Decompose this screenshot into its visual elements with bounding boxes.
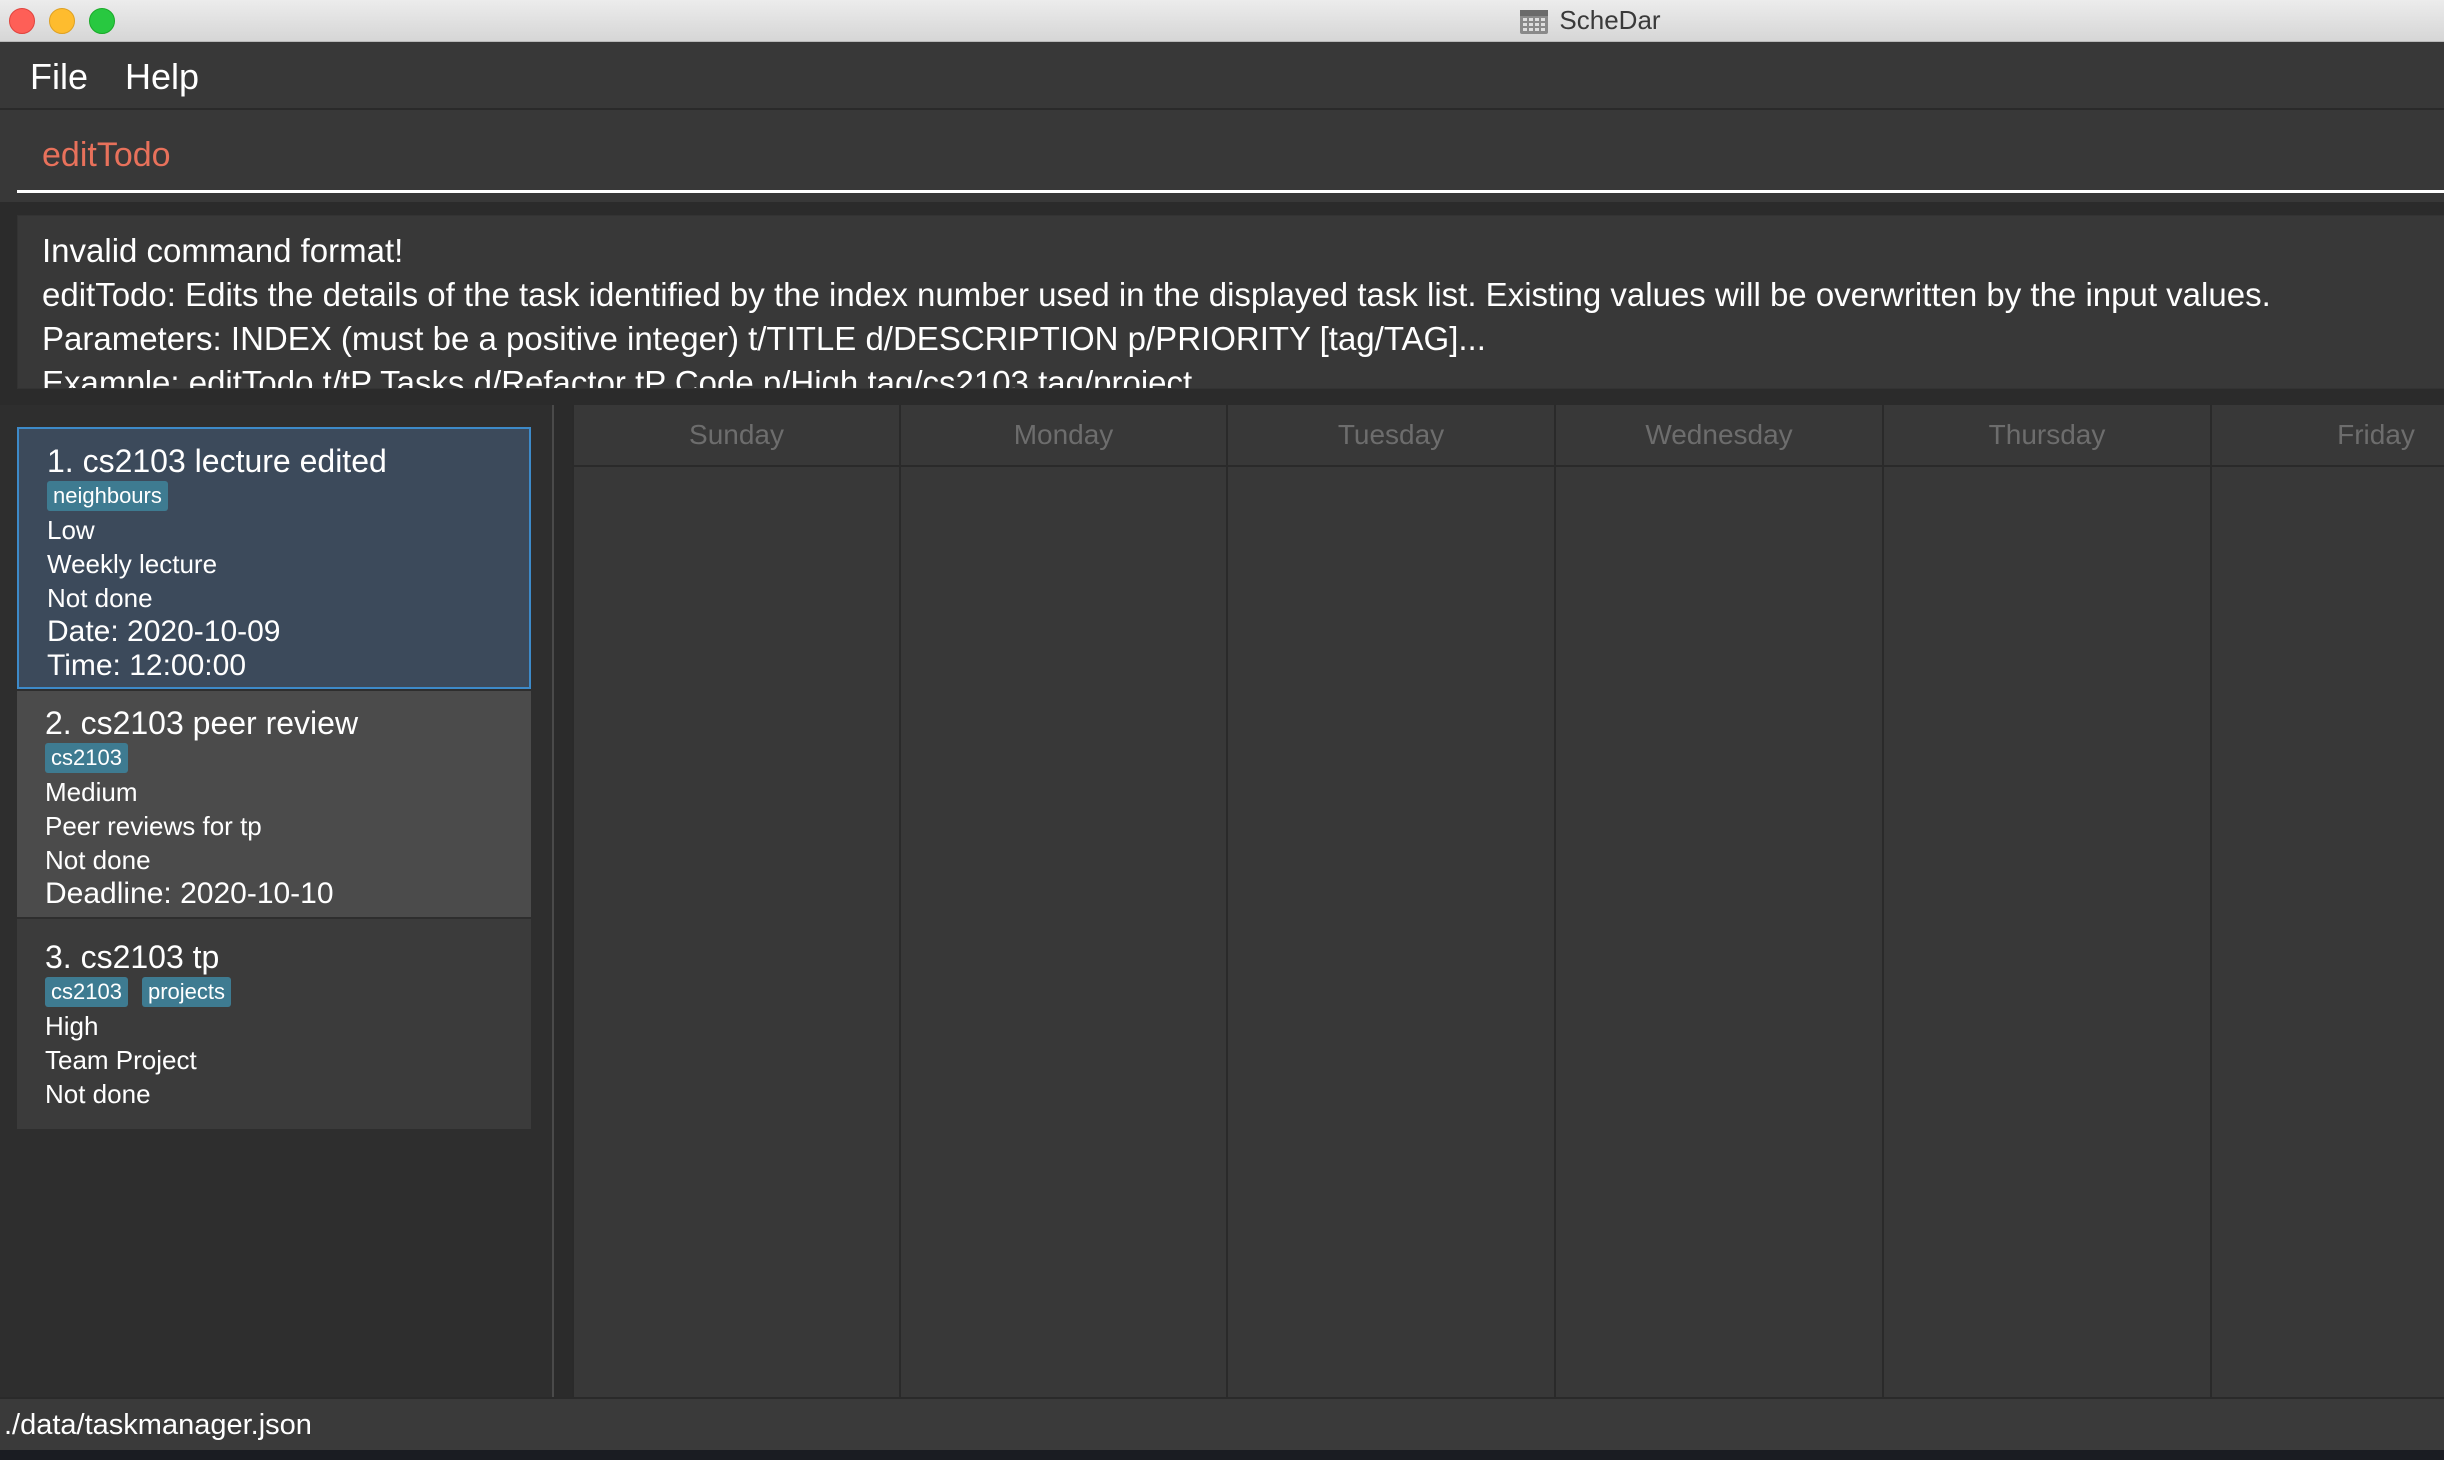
calendar-day-header: Monday [901,405,1226,467]
task-deadline: Deadline: 2020-10-10 [45,877,334,910]
calendar-day-column: Wednesday [1554,405,1882,1397]
task-title: 1. cs2103 lecture edited [47,443,387,479]
task-card[interactable]: 1. cs2103 lecture edited neighbours Low … [17,427,531,689]
task-card[interactable]: 3. cs2103 tp cs2103 projects High Team P… [17,919,531,1129]
task-status: Not done [47,583,153,613]
command-box[interactable]: editTodo [0,110,2444,202]
save-location-path: ./data/taskmanager.json [4,1409,312,1441]
menu-help[interactable]: Help [125,56,199,98]
result-line: Invalid command format! [42,232,404,269]
calendar-icon [1520,9,1549,34]
task-card[interactable]: 2. cs2103 peer review cs2103 Medium Peer… [17,691,531,917]
window-titlebar: ScheDar [0,0,2444,42]
calendar-day-header: Thursday [1884,405,2210,467]
result-line: editTodo: Edits the details of the task … [42,276,2271,313]
task-tag: neighbours [47,481,168,511]
task-tag: cs2103 [45,743,128,773]
task-date: Date: 2020-10-09 [47,615,281,648]
task-description: Peer reviews for tp [45,811,262,841]
menu-file[interactable]: File [30,56,88,98]
result-line: Parameters: INDEX (must be a positive in… [42,320,1486,357]
calendar-day-column: Sunday [572,405,899,1397]
task-status: Not done [45,1079,151,1109]
task-tag: projects [142,977,232,1007]
task-description: Weekly lecture [47,549,218,579]
calendar-day-header: Tuesday [1228,405,1554,467]
task-priority: High [45,1011,99,1041]
calendar-day-column: Thursday [1882,405,2210,1397]
calendar-day-header: Friday [2212,405,2444,467]
task-priority: Low [47,515,95,545]
window-title-group: ScheDar [0,0,2444,41]
status-bar: ./data/taskmanager.json [0,1397,2444,1452]
command-input-underline [17,190,2444,193]
calendar-day-column: Monday [899,405,1226,1397]
calendar-day-column: Friday [2210,405,2444,1397]
calendar-day-column: Tuesday [1226,405,1554,1397]
calendar-day-header: Wednesday [1556,405,1882,467]
calendar-view: Sunday Monday Tuesday Wednesday Thursday… [572,405,2444,1397]
calendar-day-header: Sunday [574,405,899,467]
result-display[interactable]: Invalid command format! editTodo: Edits … [17,215,2444,389]
task-priority: Medium [45,777,138,807]
desktop-strip [0,1450,2444,1460]
window-title: ScheDar [1559,5,1661,35]
task-title: 3. cs2103 tp [45,939,220,975]
menu-bar: File Help [0,42,2444,110]
task-time: Time: 12:00:00 [47,649,246,682]
panel-divider[interactable] [552,405,554,1397]
result-line: Example: editTodo t/tP Tasks d/Refactor … [42,364,1193,389]
task-status: Not done [45,845,151,875]
task-tag: cs2103 [45,977,128,1007]
task-list[interactable]: 1. cs2103 lecture edited neighbours Low … [0,405,552,1397]
command-input[interactable]: editTodo [42,136,171,175]
task-description: Team Project [45,1045,197,1075]
task-title: 2. cs2103 peer review [45,705,359,741]
